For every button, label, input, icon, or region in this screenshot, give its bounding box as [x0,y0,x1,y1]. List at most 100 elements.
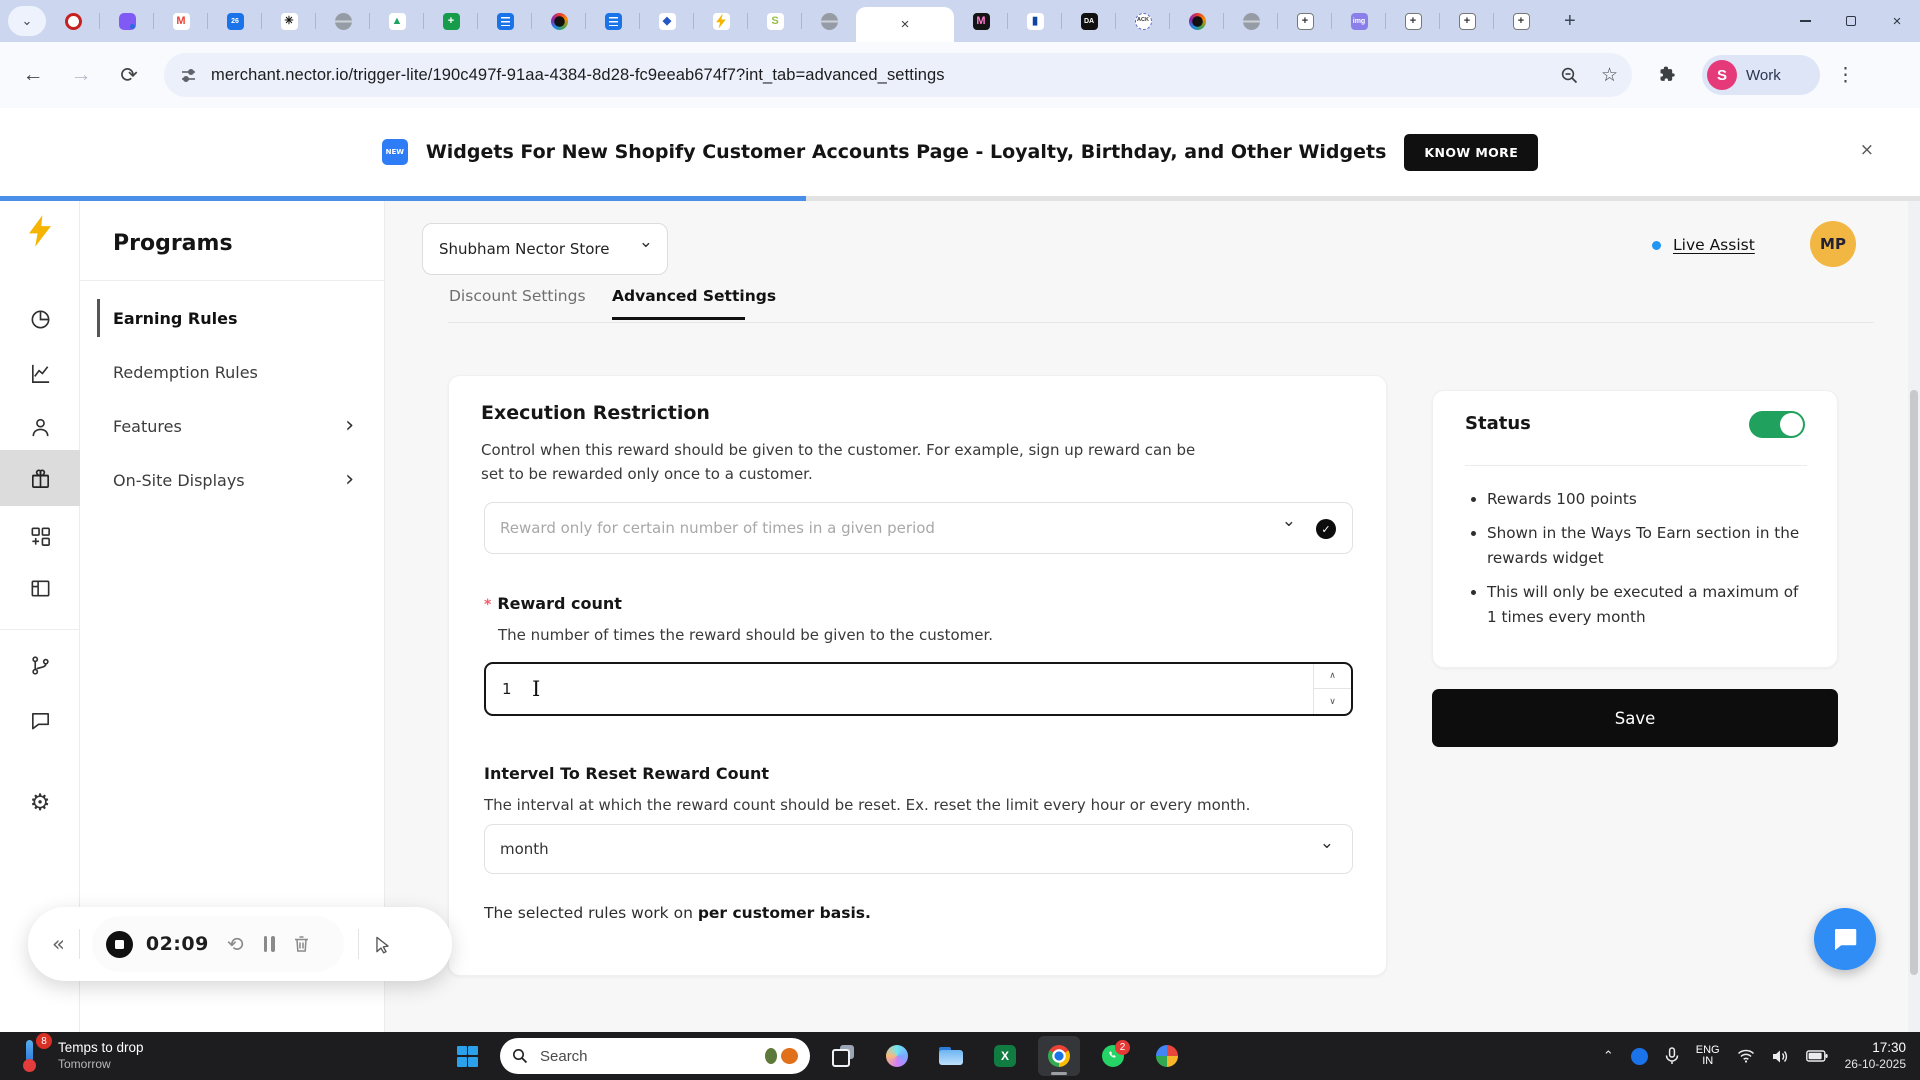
sidebar-item-features[interactable]: Features› [113,399,384,453]
rail-analytics-icon[interactable] [0,351,80,395]
tab-discount-settings[interactable]: Discount Settings [449,287,586,305]
rail-settings-icon[interactable]: ⚙ [0,781,80,825]
microphone-icon[interactable] [1665,1047,1679,1065]
bookmark-star-icon[interactable]: ☆ [1601,64,1618,87]
zoom-out-icon[interactable] [1560,66,1579,85]
pinned-tab-blue-app[interactable]: ▮ [1008,0,1062,42]
rail-support-icon[interactable] [0,698,80,742]
pinned-tab-camera[interactable] [532,0,586,42]
pinned-tab-record[interactable] [46,0,100,42]
taskbar-clock[interactable]: 17:30 26-10-2025 [1845,1039,1906,1073]
rail-integrations-icon[interactable] [0,643,80,687]
rail-programs-icon[interactable] [0,450,80,506]
chevron-down-icon[interactable]: ⌄ [1320,833,1334,853]
site-info-icon[interactable] [180,67,197,84]
excel-button[interactable]: X [984,1036,1026,1076]
battery-icon[interactable] [1806,1050,1828,1062]
pinned-tab-chatgpt[interactable]: ✳ [262,0,316,42]
pinned-tab-addon[interactable]: + [1386,0,1440,42]
pinned-tab-globe[interactable] [316,0,370,42]
pinned-tab-gmail[interactable]: M [154,0,208,42]
recorder-collapse-button[interactable]: « [52,932,65,956]
pinned-tab-bolt[interactable] [694,0,748,42]
rail-dashboard-icon[interactable] [0,297,80,341]
nector-logo[interactable] [0,209,80,253]
pinned-tab-globe[interactable] [802,0,856,42]
pinned-tab-diamond[interactable]: ◆ [640,0,694,42]
pinned-tab-addon[interactable]: + [1278,0,1332,42]
tray-app-icon[interactable] [1631,1048,1648,1065]
photos-button[interactable] [1146,1036,1188,1076]
live-chat-button[interactable] [1814,908,1876,970]
pinned-tab-sheets[interactable]: + [424,0,478,42]
user-avatar[interactable]: MP [1810,221,1856,267]
forward-button[interactable]: → [66,63,96,87]
know-more-button[interactable]: KNOW MORE [1404,134,1538,171]
delete-recording-icon[interactable] [293,935,310,953]
pinned-tab-globe[interactable] [1224,0,1278,42]
pinned-tab-docs[interactable] [586,0,640,42]
reload-button[interactable]: ⟳ [114,63,144,88]
pause-recording-button[interactable] [264,936,275,952]
pinned-tab-img[interactable]: img [1332,0,1386,42]
copilot-button[interactable] [876,1036,918,1076]
reward-count-input[interactable] [500,664,1260,714]
cursor-tool-icon[interactable] [373,935,392,954]
pinned-tab-docs[interactable] [478,0,532,42]
tab-advanced-settings[interactable]: Advanced Settings [612,287,776,305]
window-close-button[interactable]: × [1874,0,1920,42]
restart-recording-icon[interactable]: ⟲ [227,932,244,956]
browser-profile-chip[interactable]: S Work [1702,55,1820,95]
stop-recording-button[interactable] [106,931,133,958]
spinner-down-button[interactable]: ∨ [1314,689,1351,714]
wifi-icon[interactable] [1737,1049,1755,1063]
store-selector[interactable]: Shubham Nector Store ⌄ [422,223,668,275]
active-tab[interactable]: × [856,7,954,42]
url-bar[interactable]: merchant.nector.io/trigger-lite/190c497f… [164,53,1632,97]
url-text[interactable]: merchant.nector.io/trigger-lite/190c497f… [211,66,945,85]
window-minimize-button[interactable] [1782,0,1828,42]
banner-close-icon[interactable]: × [1860,140,1874,160]
window-maximize-button[interactable] [1828,0,1874,42]
restriction-dropdown[interactable]: Reward only for certain number of times … [484,502,1353,554]
task-view-button[interactable] [822,1036,864,1076]
sidebar-item-redemption-rules[interactable]: Redemption Rules [113,345,384,399]
scrollbar-thumb[interactable] [1910,390,1918,975]
browser-menu-icon[interactable]: ⋮ [1836,64,1855,87]
extensions-icon[interactable] [1658,65,1678,85]
start-button[interactable] [446,1036,488,1076]
pinned-tab-camera[interactable] [1170,0,1224,42]
tray-expand-icon[interactable]: ⌃ [1603,1048,1614,1064]
rail-widgets-icon[interactable] [0,514,80,558]
sidebar-item-on-site-displays[interactable]: On-Site Displays› [113,453,384,507]
chrome-button[interactable] [1038,1036,1080,1076]
pinned-tab-drive[interactable]: ▲ [370,0,424,42]
pinned-tab-addon[interactable]: + [1494,0,1548,42]
language-indicator[interactable]: ENGIN [1696,1045,1720,1068]
page-scrollbar[interactable] [1908,201,1920,1032]
rail-displays-icon[interactable] [0,566,80,610]
file-explorer-button[interactable] [930,1036,972,1076]
new-tab-button[interactable]: + [1564,10,1576,33]
sidebar-item-earning-rules[interactable]: Earning Rules [113,291,384,345]
rail-customers-icon[interactable] [0,405,80,449]
live-assist-link[interactable]: Live Assist [1652,236,1755,254]
back-button[interactable]: ← [18,63,48,87]
tab-search-button[interactable]: ⌄ [8,6,46,36]
tab-close-icon[interactable]: × [901,17,910,32]
taskbar-search[interactable]: Search [500,1038,810,1074]
pinned-tab-addon[interactable]: + [1440,0,1494,42]
chevron-down-icon[interactable]: ⌄ [1282,511,1296,531]
pinned-tab-merchant-dark[interactable]: M [954,0,1008,42]
pinned-tab-shopify[interactable]: S [748,0,802,42]
spinner-up-button[interactable]: ∧ [1314,664,1351,689]
whatsapp-button[interactable]: 2 [1092,1036,1134,1076]
interval-dropdown[interactable]: month ⌄ [484,824,1353,874]
save-button[interactable]: Save [1432,689,1838,747]
pinned-tab-calendar[interactable]: 26 [208,0,262,42]
pinned-tab-ack[interactable]: ACK [1116,0,1170,42]
taskbar-weather[interactable]: 8 Temps to drop Tomorrow [14,1036,144,1074]
status-toggle[interactable] [1749,411,1805,438]
volume-icon[interactable] [1772,1049,1789,1064]
pinned-tab-da[interactable]: DA [1062,0,1116,42]
